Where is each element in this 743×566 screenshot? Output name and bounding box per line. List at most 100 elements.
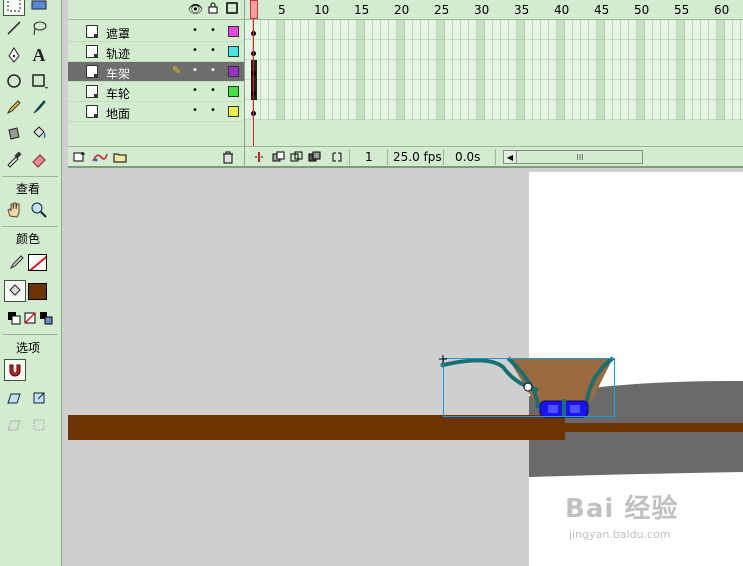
layer-icon bbox=[86, 45, 98, 58]
layer-row-selected[interactable]: 车架 ✎ • • bbox=[68, 62, 244, 82]
layer-header: 👁 bbox=[68, 0, 244, 20]
lock-dot[interactable]: • bbox=[210, 25, 216, 36]
layer-name: 遮罩 bbox=[106, 27, 131, 41]
hand-tool-icon[interactable] bbox=[3, 199, 25, 221]
lock-icon[interactable] bbox=[208, 2, 218, 17]
pen-tool-icon[interactable] bbox=[3, 44, 25, 66]
layer-icon bbox=[86, 105, 98, 118]
snap-magnet-icon[interactable] bbox=[4, 359, 26, 381]
timeline-scrollbar[interactable]: ◀ III bbox=[503, 150, 643, 164]
visibility-dot[interactable]: • bbox=[192, 105, 198, 116]
insert-folder-icon[interactable] bbox=[112, 150, 128, 164]
oval-tool-icon[interactable] bbox=[3, 70, 25, 92]
delete-layer-icon[interactable] bbox=[220, 150, 236, 164]
stroke-color-pencil-icon bbox=[6, 251, 28, 273]
layer-controls bbox=[68, 146, 244, 166]
zoom-tool-icon[interactable] bbox=[28, 199, 50, 221]
toolbox-divider bbox=[2, 176, 58, 177]
layer-color-box[interactable] bbox=[228, 106, 239, 117]
gradient-transform-tool-icon[interactable] bbox=[28, 0, 50, 16]
visibility-dot[interactable]: • bbox=[192, 25, 198, 36]
layer-name: 车轮 bbox=[106, 87, 131, 101]
rotate-skew-icon bbox=[3, 414, 25, 436]
registration-point bbox=[439, 355, 447, 363]
fill-color-bucket-icon[interactable] bbox=[4, 280, 26, 302]
layer-row[interactable]: 车轮 • • bbox=[68, 82, 244, 102]
ground-bar bbox=[68, 415, 565, 440]
layer-icon bbox=[86, 25, 98, 38]
visibility-dot[interactable]: • bbox=[192, 45, 198, 56]
ruler-tick: 5 bbox=[278, 3, 286, 17]
center-frame-icon[interactable] bbox=[251, 150, 267, 164]
eraser-tool-icon[interactable] bbox=[28, 148, 50, 170]
layer-row[interactable]: 轨迹 • • bbox=[68, 42, 244, 62]
lock-dot[interactable]: • bbox=[210, 65, 216, 76]
frames-area[interactable]: 1 5 10 15 20 25 30 35 40 45 50 55 60 bbox=[244, 0, 743, 146]
ruler-tick: 50 bbox=[634, 3, 650, 17]
text-tool-icon[interactable]: A bbox=[28, 44, 50, 66]
toolbox: A 查看 颜色 选项 bbox=[0, 0, 62, 566]
elapsed-time: 0.0s bbox=[455, 150, 481, 164]
frame-ruler[interactable]: 1 5 10 15 20 25 30 35 40 45 50 55 60 bbox=[245, 0, 743, 20]
straighten-icon[interactable] bbox=[28, 387, 50, 409]
swap-colors-icon[interactable] bbox=[35, 307, 57, 329]
colors-section-title: 颜色 bbox=[15, 232, 40, 246]
eye-icon[interactable]: 👁 bbox=[188, 2, 203, 16]
scale-icon bbox=[28, 414, 50, 436]
visibility-dot[interactable]: • bbox=[192, 65, 198, 76]
insert-layer-icon[interactable] bbox=[72, 150, 88, 164]
brush-tool-icon[interactable] bbox=[28, 96, 50, 118]
paint-bucket-tool-icon[interactable] bbox=[28, 122, 50, 144]
pencil-tool-icon[interactable] bbox=[3, 96, 25, 118]
ruler-tick: 20 bbox=[394, 3, 410, 17]
scroll-left-arrow-icon[interactable]: ◀ bbox=[504, 151, 517, 163]
layer-color-box[interactable] bbox=[228, 46, 239, 57]
onion-skin-outlines-icon[interactable] bbox=[289, 150, 305, 164]
layer-name: 轨迹 bbox=[106, 47, 131, 61]
ruler-tick: 45 bbox=[594, 3, 610, 17]
toolbox-divider bbox=[2, 334, 58, 335]
frame-grid[interactable] bbox=[245, 20, 743, 120]
selection-tool-icon[interactable] bbox=[3, 0, 25, 16]
ink-bottle-tool-icon[interactable] bbox=[3, 122, 25, 144]
baidu-watermark: Bai 经验 jingyan.baidu.com bbox=[565, 488, 725, 550]
lock-dot[interactable]: • bbox=[210, 45, 216, 56]
modify-onion-markers-icon[interactable] bbox=[329, 150, 345, 164]
layer-name: 车架 bbox=[106, 67, 131, 81]
layer-name: 地面 bbox=[106, 107, 131, 121]
ruler-tick: 25 bbox=[434, 3, 450, 17]
eyedropper-tool-icon[interactable] bbox=[3, 148, 25, 170]
rectangle-tool-icon[interactable] bbox=[28, 70, 50, 92]
layer-row[interactable]: 地面 • • bbox=[68, 102, 244, 122]
layer-color-box[interactable] bbox=[228, 26, 239, 37]
lock-dot[interactable]: • bbox=[210, 85, 216, 96]
stroke-color-swatch[interactable] bbox=[28, 254, 47, 271]
edit-multiple-frames-icon[interactable] bbox=[307, 150, 323, 164]
timeline-status-bar: 1 25.0 fps 0.0s ◀ III bbox=[244, 146, 743, 166]
watermark-url: jingyan.baidu.com bbox=[569, 528, 671, 541]
transform-point bbox=[523, 382, 533, 392]
lock-dot[interactable]: • bbox=[210, 105, 216, 116]
ruler-tick: 15 bbox=[354, 3, 370, 17]
ruler-tick: 10 bbox=[314, 3, 330, 17]
layer-color-box[interactable] bbox=[228, 86, 239, 97]
layer-icon bbox=[86, 85, 98, 98]
lasso-tool-icon[interactable] bbox=[28, 17, 50, 39]
timeline-panel: 👁 遮罩 • • 轨迹 • • 车架 ✎ • • 车轮 • • 地面 • • 5… bbox=[68, 0, 743, 168]
scrollbar-thumb[interactable]: III bbox=[518, 151, 642, 163]
smooth-icon[interactable] bbox=[3, 387, 25, 409]
edit-pencil-icon: ✎ bbox=[172, 64, 182, 77]
playhead[interactable] bbox=[250, 0, 258, 146]
ruler-tick: 40 bbox=[554, 3, 570, 17]
layer-color-box[interactable] bbox=[228, 66, 239, 77]
toolbox-divider bbox=[2, 226, 58, 227]
add-motion-guide-icon[interactable] bbox=[92, 150, 108, 164]
current-frame: 1 bbox=[365, 150, 373, 164]
ruler-tick: 30 bbox=[474, 3, 490, 17]
layer-row[interactable]: 遮罩 • • bbox=[68, 22, 244, 42]
fill-color-swatch[interactable] bbox=[28, 283, 47, 300]
outline-icon[interactable] bbox=[226, 2, 238, 17]
line-tool-icon[interactable] bbox=[3, 17, 25, 39]
visibility-dot[interactable]: • bbox=[192, 85, 198, 96]
onion-skin-icon[interactable] bbox=[271, 150, 287, 164]
